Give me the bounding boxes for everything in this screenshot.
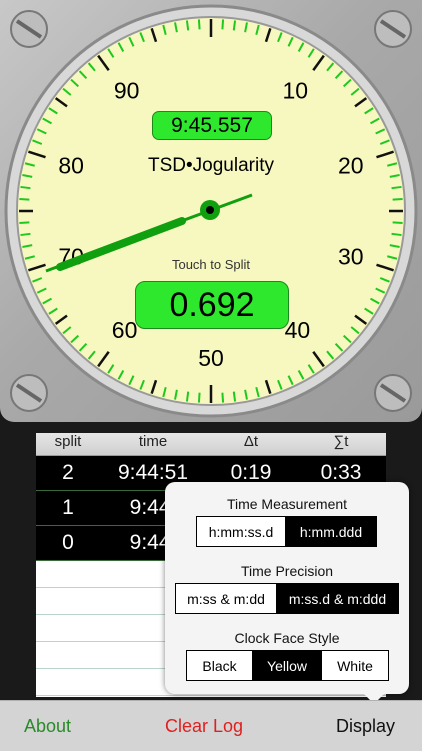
dial-tick	[20, 232, 31, 237]
dial-tick	[232, 20, 237, 31]
time-precision-control: m:ss & m:dd m:ss.d & m:ddd	[175, 583, 399, 614]
time-measurement-title: Time Measurement	[226, 496, 348, 512]
dial-number: 50	[198, 345, 224, 371]
dial-tick	[391, 185, 402, 190]
display-settings-popover: Time Measurement h:mm:ss.d h:mm.ddd Time…	[165, 482, 409, 694]
dial-tick	[392, 221, 403, 225]
dial-tick	[185, 391, 190, 402]
dial-tick	[221, 392, 225, 403]
dial-tick	[391, 232, 402, 237]
row-split: 1	[62, 496, 74, 519]
clock-face-style-title: Clock Face Style	[234, 630, 340, 646]
clock-dial[interactable]: 90 1080 2070 3060 4050	[0, 0, 422, 422]
row-split: 2	[62, 461, 74, 484]
option-mssd-mddd[interactable]: m:ss.d & m:ddd	[277, 584, 398, 613]
dial-number: 10	[283, 78, 309, 104]
touch-to-split-hint: Touch to Split	[171, 257, 251, 272]
dial-number: 60	[112, 317, 138, 343]
dial-number: 20	[338, 153, 364, 179]
brand-label: TSD•Jogularity	[148, 155, 274, 176]
dial-tick	[19, 197, 30, 201]
split-display[interactable]: 0.692	[135, 281, 289, 329]
dial-tick	[185, 20, 190, 31]
dial-tick	[392, 197, 403, 201]
dial-number: 80	[58, 153, 84, 179]
dial-tick	[19, 221, 30, 225]
header-sum-t: ∑t	[333, 433, 349, 450]
option-black[interactable]: Black	[187, 651, 253, 680]
header-time: time	[138, 433, 168, 450]
display-button[interactable]: Display	[336, 716, 395, 737]
clear-log-button[interactable]: Clear Log	[165, 716, 243, 737]
dial-tick	[197, 19, 201, 30]
dial-tick	[232, 391, 237, 402]
bottom-toolbar: About Clear Log Display	[0, 700, 422, 751]
time-precision-title: Time Precision	[240, 563, 334, 579]
option-yellow[interactable]: Yellow	[253, 651, 322, 680]
row-split: 0	[62, 531, 74, 554]
log-header: split time Δt ∑t	[36, 433, 386, 456]
option-hmmddd[interactable]: h:mm.ddd	[286, 517, 376, 546]
time-measurement-control: h:mm:ss.d h:mm.ddd	[196, 516, 377, 547]
dial-tick	[20, 185, 31, 190]
option-white[interactable]: White	[322, 651, 388, 680]
option-mss-mdd[interactable]: m:ss & m:dd	[176, 584, 277, 613]
needle-pin	[206, 206, 214, 214]
option-hmmssd[interactable]: h:mm:ss.d	[197, 517, 286, 546]
header-split: split	[54, 433, 82, 450]
dial-tick	[221, 19, 225, 30]
clock-face-style-control: Black Yellow White	[186, 650, 389, 681]
dial-tick	[197, 392, 201, 403]
header-delta-t: Δt	[243, 433, 259, 450]
dial-number: 30	[338, 243, 364, 269]
dial-number: 90	[114, 78, 140, 104]
about-button[interactable]: About	[24, 716, 71, 737]
time-of-day-display: 9:45.557	[152, 111, 272, 140]
